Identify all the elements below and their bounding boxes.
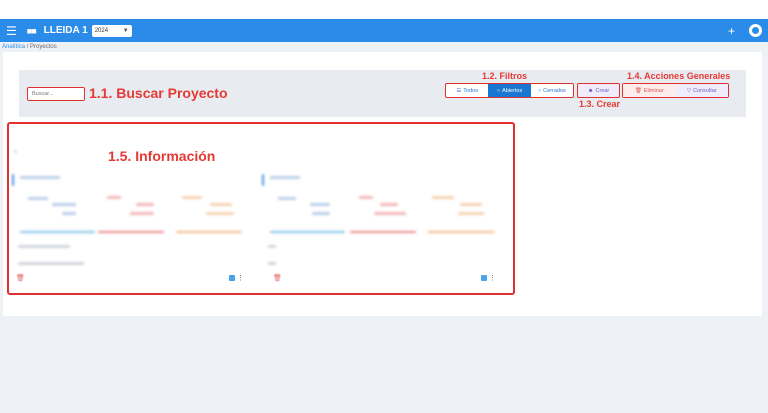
card-text: [268, 262, 276, 265]
filter-abiertos-button[interactable]: ○ Abiertos: [488, 84, 531, 97]
card-title: [270, 176, 300, 179]
chevron-down-icon: ▼: [122, 27, 129, 34]
more-vertical-icon: ⋮: [237, 275, 244, 282]
annotation-filtros: 1.2. Filtros: [482, 71, 528, 81]
card-title: [20, 176, 60, 179]
breadcrumb-root-link[interactable]: Analítica: [2, 44, 25, 50]
card-metric-line: [20, 231, 95, 233]
project-card[interactable]: [262, 140, 502, 290]
delete-button[interactable]: 🗑 Eliminar: [623, 84, 676, 97]
filter-abiertos-label: Abiertos: [502, 87, 523, 94]
unlock-icon: ○: [496, 87, 501, 94]
card-text: [18, 262, 84, 265]
card-metric-line: [176, 231, 242, 233]
card-text: [62, 212, 76, 215]
card-accent-bar: [262, 174, 264, 186]
trash-icon: 🗑: [634, 87, 642, 94]
card-text: [107, 196, 121, 199]
more-vertical-icon: ⋮: [489, 275, 496, 282]
apps-grid-icon[interactable]: ■■: [27, 26, 37, 36]
card-text: [460, 203, 482, 206]
plus-icon[interactable]: +: [728, 24, 735, 38]
filter-cerrados-button[interactable]: ○ Cerrados: [531, 84, 573, 97]
list-icon: ☰: [456, 87, 462, 94]
card-accent-bar: [12, 174, 14, 186]
card-text: [130, 212, 154, 215]
card-text: [136, 203, 154, 206]
card-text: [18, 245, 70, 248]
create-button[interactable]: ☻ Crear: [577, 83, 620, 98]
card-text: [380, 203, 398, 206]
card-square-icon: [229, 275, 235, 281]
card-text: [182, 196, 202, 199]
app-title: LLEIDA 1: [43, 25, 88, 36]
filter-funnel-icon: ▽: [686, 87, 692, 94]
breadcrumb-separator: /: [26, 44, 29, 50]
card-marker: [14, 150, 17, 153]
card-text: [210, 203, 232, 206]
general-actions-group: 🗑 Eliminar ▽ Consultar: [622, 83, 729, 98]
add-user-icon: ☻: [587, 87, 594, 94]
card-menu[interactable]: ⋮: [481, 274, 496, 282]
year-select[interactable]: 2024 ▼: [91, 24, 132, 37]
year-value: 2024: [94, 27, 109, 34]
delete-label: Eliminar: [643, 87, 664, 94]
card-text: [458, 212, 484, 215]
card-text: [206, 212, 234, 215]
user-avatar-icon[interactable]: [749, 24, 762, 37]
top-strip: [0, 0, 768, 19]
card-metric-line: [98, 231, 164, 233]
consult-label: Consultar: [693, 87, 717, 94]
search-input[interactable]: Buscar...: [27, 87, 85, 101]
consult-button[interactable]: ▽ Consultar: [675, 84, 728, 97]
breadcrumb: Analítica / Proyectos: [2, 44, 57, 50]
card-metric-line: [270, 231, 345, 233]
annotation-acciones-generales: 1.4. Acciones Generales: [627, 71, 731, 81]
card-text: [374, 212, 406, 215]
filter-todos-button[interactable]: ☰ Todos: [446, 84, 488, 97]
card-text: [359, 196, 373, 199]
trash-icon[interactable]: 🗑: [273, 274, 282, 282]
card-menu[interactable]: ⋮: [229, 274, 244, 282]
create-label: Crear: [595, 87, 610, 94]
filter-todos-label: Todos: [463, 87, 478, 94]
app-bar: ☰ ■■ LLEIDA 1 2024 ▼ +: [0, 19, 768, 42]
filter-cerrados-label: Cerrados: [543, 87, 566, 94]
hamburger-icon[interactable]: ☰: [6, 25, 17, 37]
card-text: [432, 196, 454, 199]
card-text: [268, 245, 276, 248]
card-text: [52, 203, 76, 206]
filter-group: ☰ Todos ○ Abiertos ○ Cerrados: [445, 83, 574, 98]
card-text: [310, 203, 330, 206]
annotation-crear: 1.3. Crear: [579, 99, 621, 109]
breadcrumb-current: Proyectos: [30, 44, 57, 50]
card-square-icon: [481, 275, 487, 281]
card-metric-line: [428, 231, 494, 233]
card-text: [278, 197, 296, 200]
card-text: [312, 212, 330, 215]
annotation-buscar-proyecto: 1.1. Buscar Proyecto: [89, 85, 228, 101]
lock-icon: ○: [537, 87, 542, 94]
card-metric-line: [350, 231, 416, 233]
card-text: [28, 197, 48, 200]
project-card[interactable]: [10, 140, 250, 290]
trash-icon[interactable]: 🗑: [16, 274, 25, 282]
